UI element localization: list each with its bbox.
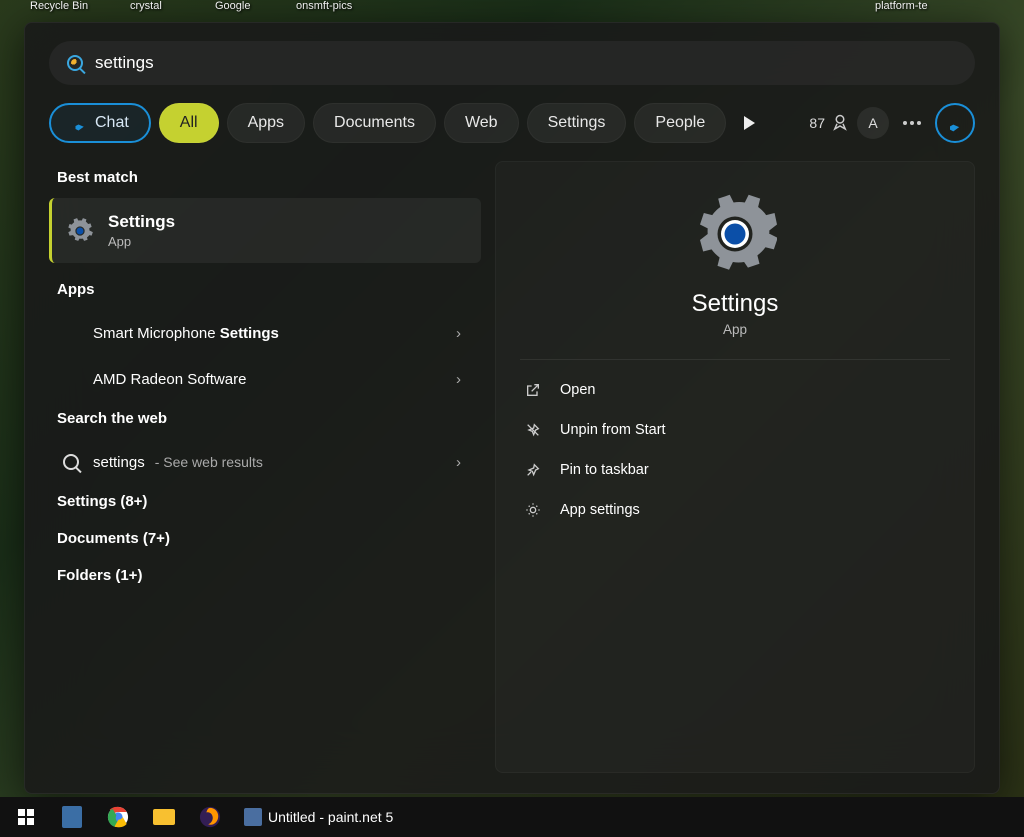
app-result-label: AMD Radeon Software — [93, 371, 246, 388]
chevron-right-icon: › — [456, 325, 461, 342]
action-label: Pin to taskbar — [560, 462, 649, 478]
best-match-subtitle: App — [108, 234, 175, 249]
action-label: Unpin from Start — [560, 422, 666, 438]
filter-row: Chat All Apps Documents Web Settings Peo… — [49, 103, 975, 143]
app-result-amd[interactable]: AMD Radeon Software › — [49, 356, 481, 402]
preview-subtitle: App — [723, 322, 747, 337]
rewards-points: 87 — [809, 115, 825, 131]
filter-documents-label: Documents — [334, 114, 415, 132]
search-icon — [67, 55, 83, 71]
preview-title: Settings — [692, 290, 779, 318]
settings-gear-icon — [693, 192, 777, 276]
filter-apps[interactable]: Apps — [227, 103, 305, 143]
taskbar-app-explorer[interactable] — [144, 797, 184, 837]
ellipsis-icon — [902, 120, 922, 126]
play-icon — [744, 116, 755, 130]
desktop-icon-recycle[interactable]: Recycle Bin — [30, 0, 88, 12]
action-label: App settings — [560, 502, 640, 518]
firefox-icon — [199, 806, 221, 828]
filter-people-label: People — [655, 114, 705, 132]
action-label: Open — [560, 382, 595, 398]
filter-documents[interactable]: Documents — [313, 103, 436, 143]
taskbar-app-firefox[interactable] — [190, 797, 230, 837]
action-app-settings[interactable]: App settings — [520, 490, 950, 530]
documents-group[interactable]: Documents (7+) — [49, 522, 481, 559]
taskbar-app-title: Untitled - paint.net 5 — [268, 809, 393, 825]
rewards-button[interactable]: 87 — [809, 114, 849, 132]
desktop-icon-platform[interactable]: platform-te — [875, 0, 928, 12]
gear-icon — [524, 502, 542, 518]
best-match-heading: Best match — [49, 161, 481, 198]
bing-button[interactable] — [935, 103, 975, 143]
filter-all-label: All — [180, 114, 198, 132]
avatar-letter: A — [868, 115, 877, 131]
desktop-icon-onmsft[interactable]: onsmft-pics — [296, 0, 352, 12]
chevron-right-icon: › — [456, 371, 461, 388]
filter-apps-label: Apps — [248, 114, 284, 132]
taskbar-app-calculator[interactable] — [52, 797, 92, 837]
search-flyout: Chat All Apps Documents Web Settings Peo… — [24, 22, 1000, 794]
bing-chat-icon — [71, 114, 89, 132]
paintnet-icon — [244, 808, 262, 826]
action-open[interactable]: Open — [520, 370, 950, 410]
rewards-icon — [831, 114, 849, 132]
taskbar-app-paintnet[interactable]: Untitled - paint.net 5 — [236, 797, 401, 837]
search-input[interactable] — [95, 53, 957, 73]
action-pin-taskbar[interactable]: Pin to taskbar — [520, 450, 950, 490]
web-suffix: - See web results — [155, 454, 263, 470]
chrome-icon — [107, 806, 129, 828]
windows-icon — [18, 809, 34, 825]
filter-chat[interactable]: Chat — [49, 103, 151, 143]
filter-web-label: Web — [465, 114, 498, 132]
pin-icon — [524, 462, 542, 478]
preview-panel: Settings App Open Unpin from Start Pin t… — [495, 161, 975, 773]
filter-all[interactable]: All — [159, 103, 219, 143]
start-button[interactable] — [6, 797, 46, 837]
taskbar-app-chrome[interactable] — [98, 797, 138, 837]
filter-settings[interactable]: Settings — [527, 103, 627, 143]
bing-icon — [945, 113, 965, 133]
desktop-icon-google[interactable]: Google — [215, 0, 250, 12]
filter-people[interactable]: People — [634, 103, 726, 143]
web-query: settings — [93, 454, 145, 471]
app-result-label: Smart Microphone Settings — [93, 325, 279, 342]
settings-group[interactable]: Settings (8+) — [49, 485, 481, 522]
options-button[interactable] — [897, 108, 927, 138]
taskbar[interactable]: Untitled - paint.net 5 — [0, 797, 1024, 837]
app-result-smart-mic[interactable]: Smart Microphone Settings › — [49, 310, 481, 356]
search-icon — [63, 454, 79, 470]
unpin-icon — [524, 422, 542, 438]
filter-settings-label: Settings — [548, 114, 606, 132]
folders-group[interactable]: Folders (1+) — [49, 559, 481, 596]
action-unpin-start[interactable]: Unpin from Start — [520, 410, 950, 450]
results-panel: Best match Settings App Apps Smart Micro… — [49, 161, 481, 773]
best-match-title: Settings — [108, 212, 175, 232]
search-bar[interactable] — [49, 41, 975, 85]
filter-more-button[interactable] — [734, 108, 764, 138]
open-icon — [524, 382, 542, 398]
chevron-right-icon: › — [456, 454, 461, 471]
account-button[interactable]: A — [857, 107, 889, 139]
apps-heading: Apps — [49, 273, 481, 310]
search-web-heading: Search the web — [49, 402, 481, 439]
settings-gear-icon — [66, 217, 94, 245]
best-match-result[interactable]: Settings App — [49, 198, 481, 263]
filter-web[interactable]: Web — [444, 103, 519, 143]
web-search-result[interactable]: settings - See web results › — [49, 439, 481, 485]
desktop-icon-crystal[interactable]: crystal — [130, 0, 162, 12]
filter-chat-label: Chat — [95, 114, 129, 132]
